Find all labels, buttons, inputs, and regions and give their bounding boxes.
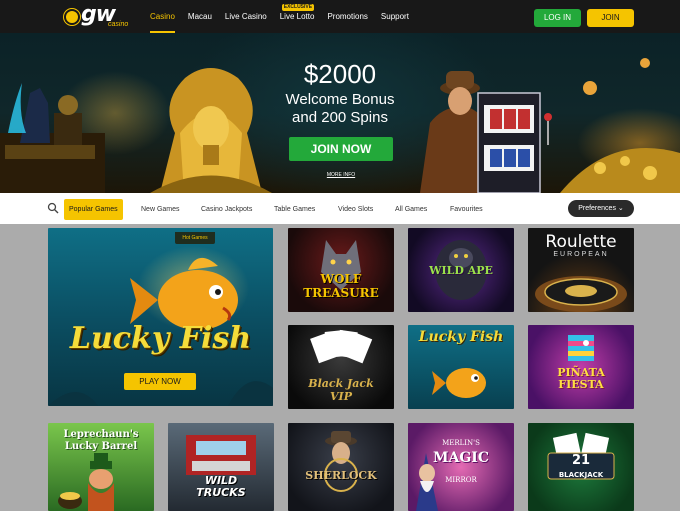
- game-tile-sherlock[interactable]: SHERLOCK: [288, 423, 394, 511]
- roulette-wheel-icon: [535, 276, 627, 312]
- nav-live-lotto[interactable]: EXCLUSIVE Live Lotto: [279, 0, 315, 33]
- game-title: WOLF TREASURE: [288, 272, 394, 300]
- game-title: SHERLOCK: [305, 469, 377, 482]
- game-title-suffix: MIRROR: [445, 476, 477, 484]
- game-title: WILD APE: [429, 264, 493, 277]
- preferences-label: Preferences: [578, 205, 616, 212]
- hero-bonus-line-1: Welcome Bonus: [285, 91, 395, 108]
- leprechaun-icon: [58, 453, 114, 511]
- detective-icon: [324, 431, 358, 492]
- tab-popular-games[interactable]: Popular Games: [64, 199, 123, 220]
- more-info-link[interactable]: MORE INFO: [318, 172, 364, 178]
- game-title-line: WOLF: [320, 272, 362, 286]
- nav-promotions[interactable]: Promotions: [327, 0, 367, 33]
- tab-favourites[interactable]: Favourites: [450, 199, 483, 220]
- nav-macau-label: Macau: [187, 12, 212, 21]
- game-category-bar: Popular Games New Games Casino Jackpots …: [0, 193, 680, 224]
- tab-new-games[interactable]: New Games: [141, 199, 180, 220]
- tab-all-games[interactable]: All Games: [395, 199, 427, 220]
- game-title: BLACKJACK: [558, 471, 604, 479]
- nav-support[interactable]: Support: [381, 0, 409, 33]
- logo-subtitle: casino: [108, 21, 129, 28]
- sun-icon: [66, 11, 78, 23]
- join-now-button[interactable]: JOIN NOW: [289, 137, 393, 161]
- game-tile-merlins-magic-mirror[interactable]: MERLIN'S MAGIC MIRROR: [408, 423, 514, 511]
- game-tile-wild-trucks[interactable]: WILD TRUCKS: [168, 423, 274, 511]
- nav-live-lotto-label: Live Lotto: [279, 12, 315, 21]
- game-tile-roulette-european[interactable]: Roulette EUROPEAN: [528, 228, 634, 312]
- nav-live-casino[interactable]: Live Casino: [225, 0, 267, 33]
- game-title: MAGIC: [432, 450, 489, 466]
- tab-casino-jackpots[interactable]: Casino Jackpots: [201, 199, 252, 220]
- game-title-line: Black Jack: [308, 377, 374, 390]
- nav-casino[interactable]: Casino: [150, 0, 175, 33]
- nav-macau[interactable]: Macau: [188, 0, 212, 33]
- game-tile-lucky-fish-featured[interactable]: Hot Games Lucky Fish PLAY NOW: [48, 228, 273, 406]
- game-tile-pinata-fiesta[interactable]: PIÑATA FIESTA: [528, 325, 634, 409]
- game-tile-black-jack-vip[interactable]: Black Jack VIP: [288, 325, 394, 409]
- chevron-down-icon: ⌄: [617, 205, 624, 212]
- nav-live-casino-label: Live Casino: [224, 12, 267, 21]
- hero-banner[interactable]: $2000 Welcome Bonus and 200 Spins JOIN N…: [0, 33, 680, 193]
- search-icon[interactable]: [47, 202, 59, 214]
- preferences-dropdown[interactable]: Preferences ⌄: [568, 200, 634, 217]
- game-title-line: VIP: [330, 390, 352, 403]
- tab-video-slots[interactable]: Video Slots: [338, 199, 373, 220]
- nav-casino-label: Casino: [150, 12, 175, 21]
- game-tile-blackjack[interactable]: 21 BLACKJACK: [528, 423, 634, 511]
- game-title-line: TRUCKS: [196, 486, 246, 499]
- game-tile-wild-ape[interactable]: WILD APE: [408, 228, 514, 312]
- game-tile-leprechauns-lucky-barrel[interactable]: Leprechaun's Lucky Barrel: [48, 423, 154, 511]
- nav-support-label: Support: [380, 12, 409, 21]
- game-title-prefix: MERLIN'S: [442, 439, 480, 447]
- game-tile-lucky-fish[interactable]: Lucky Fish: [408, 325, 514, 409]
- wizard-icon: [416, 453, 438, 511]
- game-title: Black Jack VIP: [288, 377, 394, 403]
- join-button[interactable]: JOIN: [587, 9, 634, 27]
- gw-casino-logo[interactable]: gw casino: [66, 2, 132, 29]
- game-tile-wolf-treasure[interactable]: WOLF TREASURE: [288, 228, 394, 312]
- hero-bonus-amount: $2000: [303, 59, 377, 89]
- hot-games-badge: Hot Games: [175, 232, 215, 244]
- game-grid: Hot Games Lucky Fish PLAY NOW WOLF TREAS…: [0, 224, 680, 511]
- login-button[interactable]: LOG IN: [534, 9, 581, 27]
- tab-table-games[interactable]: Table Games: [274, 199, 315, 220]
- game-title: Lucky Fish: [69, 321, 252, 356]
- game-title: PIÑATA FIESTA: [528, 367, 634, 391]
- game-number-badge: 21: [571, 453, 591, 468]
- main-nav: Casino Macau Live Casino EXCLUSIVE Live …: [150, 0, 422, 33]
- game-title-line: TREASURE: [303, 286, 379, 300]
- exclusive-badge: EXCLUSIVE: [281, 4, 315, 11]
- game-title: WILD TRUCKS: [168, 475, 274, 499]
- nav-promotions-label: Promotions: [327, 12, 368, 21]
- game-title-line: FIESTA: [558, 378, 604, 391]
- play-now-button[interactable]: PLAY NOW: [124, 373, 196, 390]
- top-navbar: gw casino Casino Macau Live Casino EXCLU…: [0, 0, 680, 33]
- game-title: Lucky Fish: [418, 329, 504, 345]
- hero-bonus-line-2: and 200 Spins: [292, 109, 388, 126]
